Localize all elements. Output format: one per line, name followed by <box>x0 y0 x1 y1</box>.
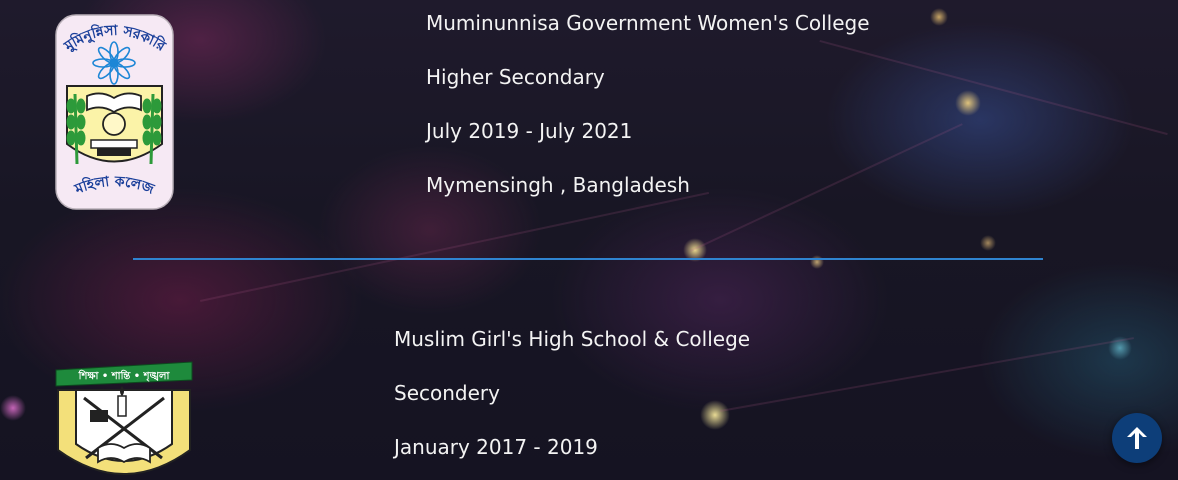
education-details: Muminunnisa Government Women's College H… <box>426 10 870 226</box>
education-location: Mymensingh , Bangladesh <box>426 173 690 197</box>
institution-name: Muslim Girl's High School & College <box>394 327 751 351</box>
arrow-up-icon <box>1127 427 1147 449</box>
education-details: Muslim Girl's High School & College Seco… <box>394 326 750 480</box>
background-line <box>819 40 1168 136</box>
logo-ribbon-text: শিক্ষা • শান্তি • শৃঙ্খলা <box>78 369 171 383</box>
scroll-to-top-button[interactable] <box>1112 413 1162 463</box>
background-glow <box>0 395 26 421</box>
muminunnisa-college-logo: মুমিনুন্নিসা সরকারি মহিলা কলেজ <box>55 14 174 210</box>
background-glow <box>980 235 996 251</box>
education-level: Higher Secondary <box>426 65 605 89</box>
institution-name: Muminunnisa Government Women's College <box>426 11 870 35</box>
section-divider <box>133 258 1043 260</box>
education-level: Secondery <box>394 381 500 405</box>
background-glow <box>955 90 981 116</box>
background-glow <box>930 8 948 26</box>
education-period: July 2019 - July 2021 <box>426 119 633 143</box>
muslim-girls-school-logo: শিক্ষা • শান্তি • শৃঙ্খলা <box>54 358 194 480</box>
education-period: January 2017 - 2019 <box>394 435 598 459</box>
background-line <box>720 337 1134 412</box>
